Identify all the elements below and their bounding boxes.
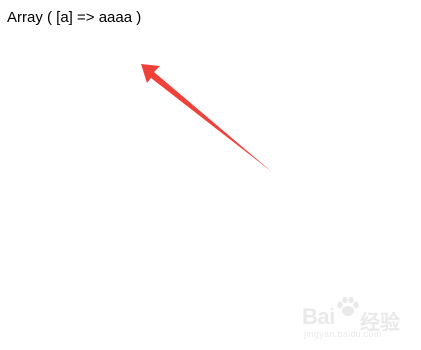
arrow-icon	[141, 64, 272, 172]
watermark-brand: Bai	[302, 304, 335, 329]
watermark-url: jingyan.baidu.com	[304, 329, 382, 339]
baidu-jingyan-watermark: Bai 经验 jingyan.baidu.com	[302, 296, 418, 342]
browser-page: Array ( [a] => aaaa ) Bai 经验 jingyan.bai…	[0, 0, 421, 350]
paw-icon	[337, 296, 359, 316]
